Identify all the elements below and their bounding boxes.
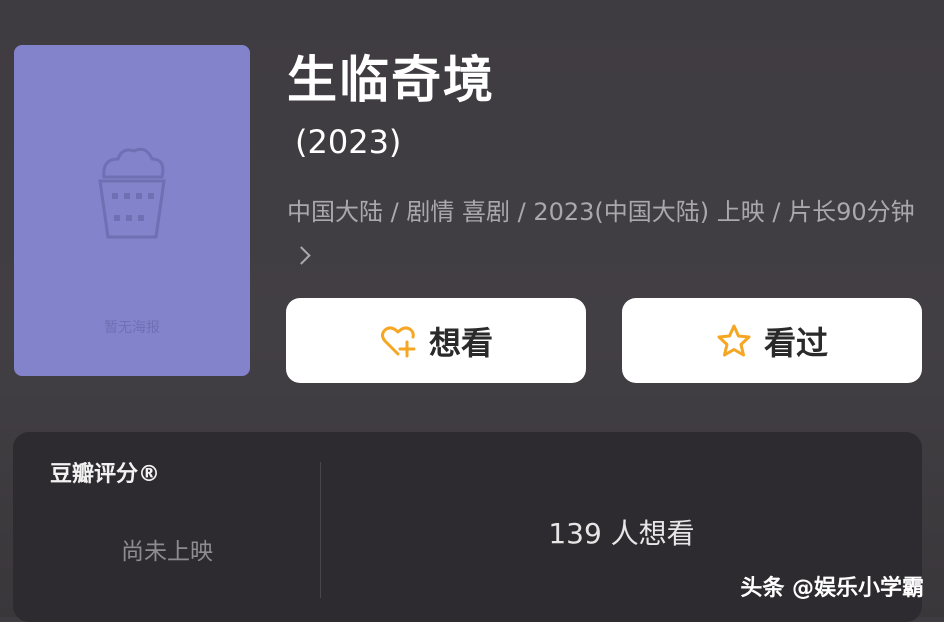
watermark: 头条 @娱乐小学霸 — [740, 576, 924, 601]
movie-meta[interactable]: 中国大陆 / 剧情 喜剧 / 2023(中国大陆) 上映 / 片长90分钟 — [287, 190, 923, 278]
movie-title: 生临奇境 — [287, 51, 495, 109]
want-label: 想看 — [428, 323, 493, 362]
movie-year: (2023) — [295, 123, 402, 161]
heart-plus-icon — [380, 325, 416, 357]
seen-label: 看过 — [763, 323, 828, 362]
rating-title: 豆瓣评分® — [50, 462, 161, 487]
want-to-watch-button[interactable]: 想看 — [286, 298, 586, 383]
popcorn-icon — [98, 147, 166, 239]
watched-button[interactable]: 看过 — [622, 298, 922, 383]
want-count[interactable]: 139 人想看 — [321, 512, 922, 552]
movie-meta-text: 中国大陆 / 剧情 喜剧 / 2023(中国大陆) 上映 / 片长90分钟 — [287, 198, 915, 226]
chevron-right-icon — [292, 246, 311, 265]
rating-status: 尚未上映 — [121, 539, 213, 565]
star-icon — [717, 324, 751, 356]
poster-placeholder-text: 暂无海报 — [104, 320, 160, 336]
poster-placeholder[interactable]: 暂无海报 — [14, 45, 250, 376]
